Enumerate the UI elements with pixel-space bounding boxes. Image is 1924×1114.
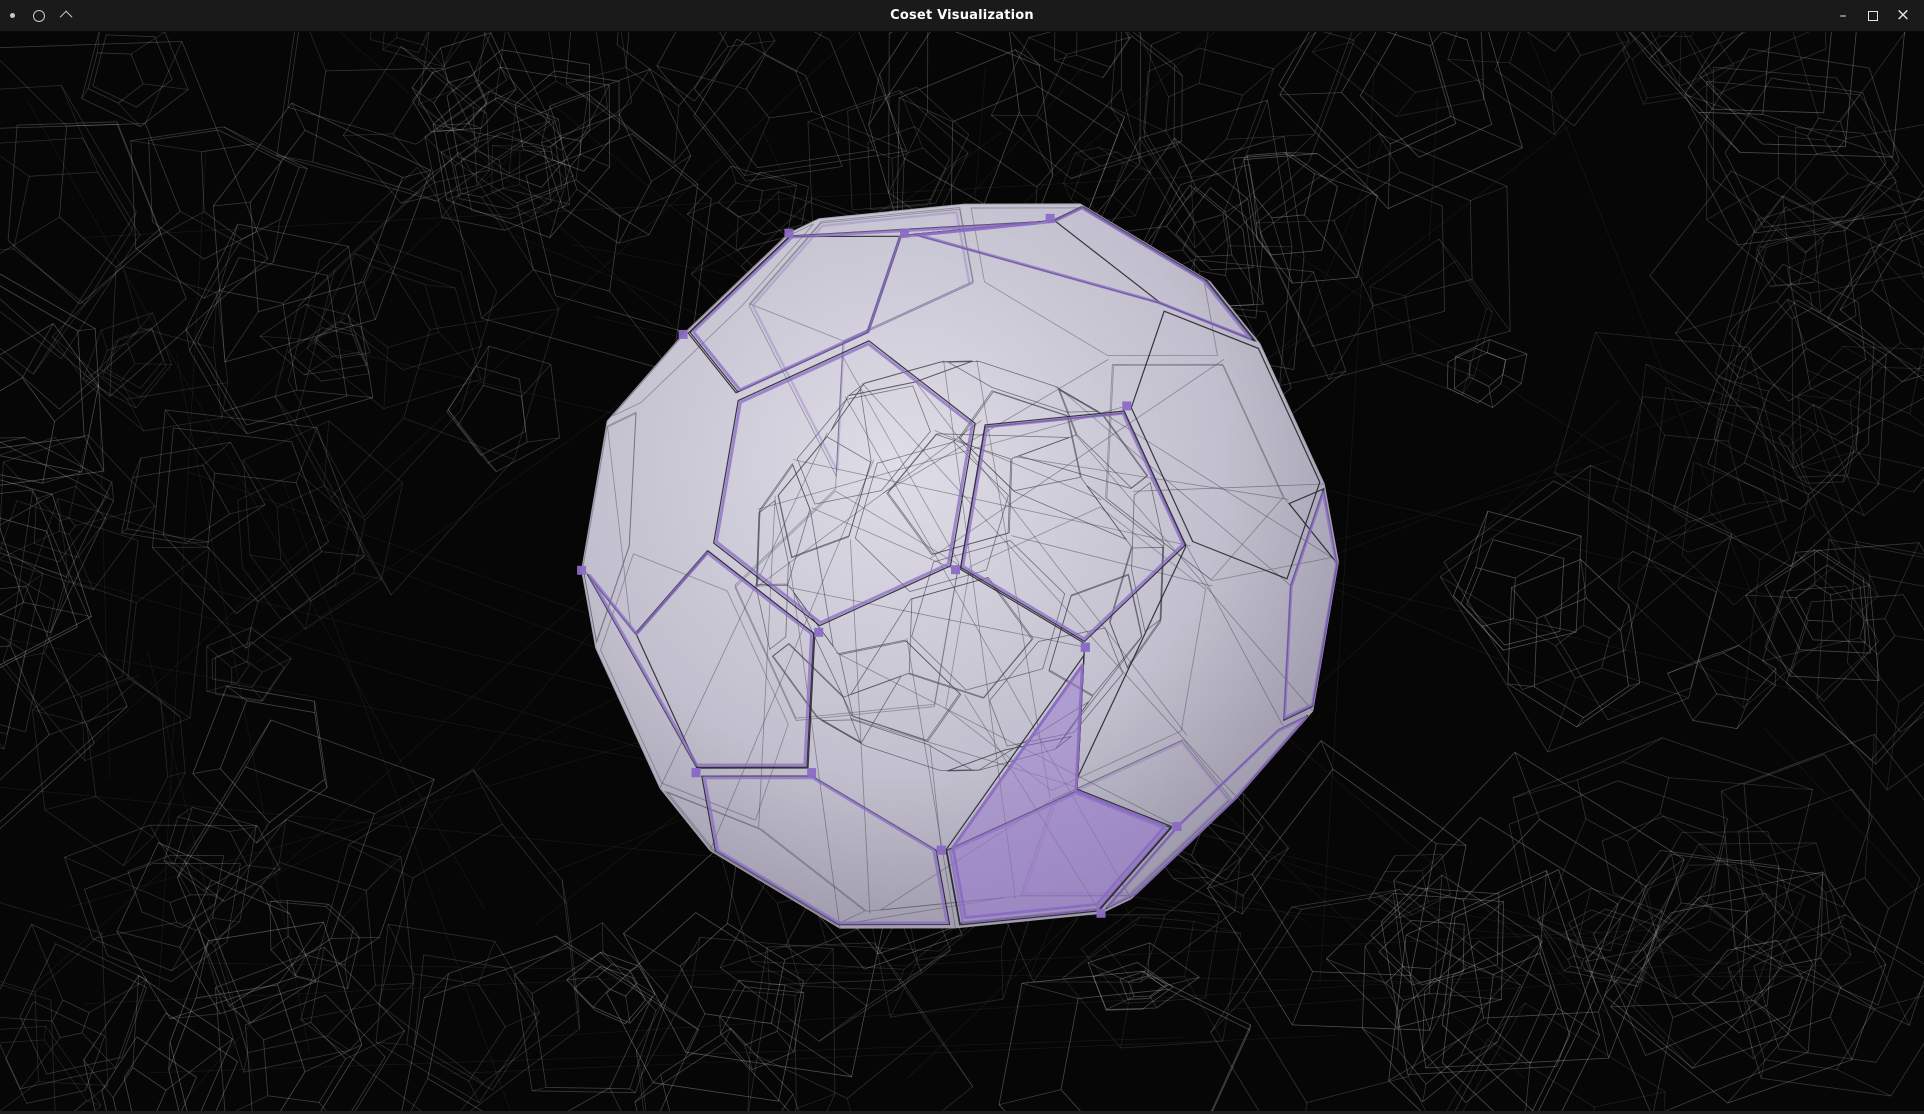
titlebar-left-controls bbox=[10, 0, 72, 31]
circle-icon[interactable] bbox=[33, 10, 45, 22]
window-controls: – × bbox=[1834, 0, 1912, 31]
titlebar[interactable]: Coset Visualization – × bbox=[0, 0, 1924, 32]
viewport[interactable] bbox=[0, 32, 1924, 1111]
app-window: Coset Visualization – × bbox=[0, 0, 1924, 1114]
close-button[interactable]: × bbox=[1894, 7, 1912, 24]
minimize-button[interactable]: – bbox=[1834, 9, 1852, 23]
menu-dot-icon[interactable] bbox=[10, 13, 15, 18]
chevron-up-icon[interactable] bbox=[60, 11, 73, 24]
coset-3d-scene[interactable] bbox=[0, 32, 1924, 1111]
maximize-button[interactable] bbox=[1868, 11, 1878, 21]
window-title: Coset Visualization bbox=[890, 8, 1034, 23]
